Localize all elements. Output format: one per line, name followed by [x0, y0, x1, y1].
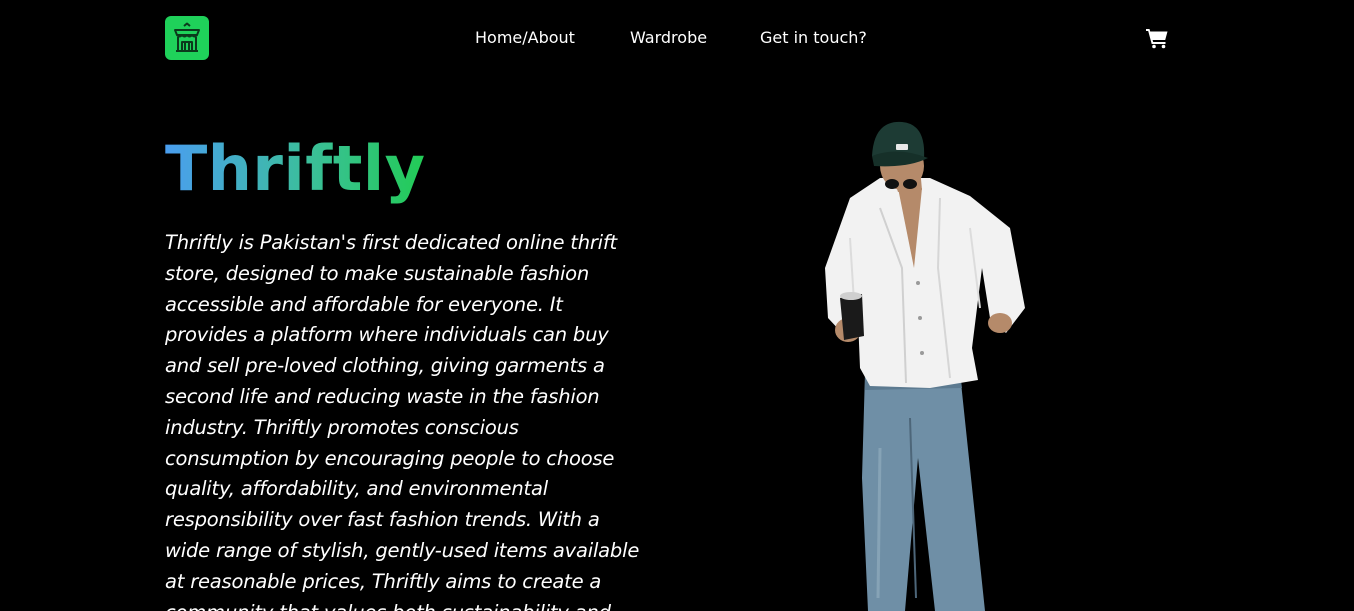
- model-photo: [810, 118, 1050, 611]
- nav-link-get-in-touch[interactable]: Get in touch?: [760, 26, 867, 50]
- nav-link-wardrobe[interactable]: Wardrobe: [630, 26, 707, 50]
- nav-link-home-about[interactable]: Home/About: [475, 26, 575, 50]
- hero-title: Thriftly: [165, 130, 426, 208]
- hero-description: Thriftly is Pakistan's first dedicated o…: [165, 231, 640, 611]
- page: Home/About Wardrobe Get in touch? Thrift…: [0, 0, 1354, 611]
- shopping-cart-icon: [1146, 29, 1168, 49]
- cart-button[interactable]: [1145, 27, 1169, 49]
